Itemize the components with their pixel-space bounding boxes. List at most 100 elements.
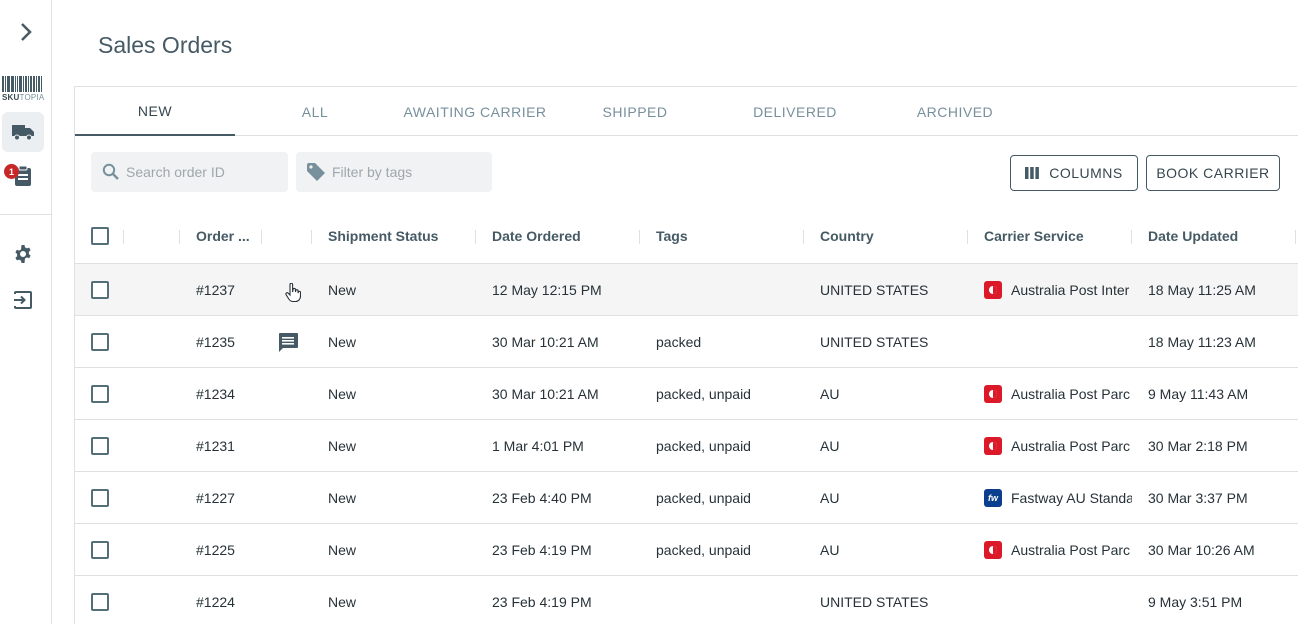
date-ordered: 30 Mar 10:21 AM	[492, 386, 599, 402]
carrier-service-name: Fastway AU Standa	[1011, 490, 1132, 506]
order-tabs: NEW ALL AWAITING CARRIER SHIPPED DELIVER…	[75, 87, 1298, 136]
tab-shipped[interactable]: SHIPPED	[555, 87, 715, 136]
truck-icon	[12, 125, 34, 141]
row-checkbox[interactable]	[91, 541, 109, 559]
logout-icon	[14, 291, 32, 309]
country: UNITED STATES	[820, 282, 929, 298]
header-date-updated[interactable]: Date Updated	[1148, 208, 1238, 264]
columns-label: COLUMNS	[1049, 165, 1123, 181]
shipment-status: New	[328, 438, 357, 454]
shipment-status: New	[328, 282, 357, 298]
row-checkbox[interactable]	[91, 593, 109, 611]
header-carrier-service[interactable]: Carrier Service	[984, 208, 1084, 264]
table-row[interactable]: #1225 New 23 Feb 4:19 PM packed, unpaid …	[75, 524, 1298, 576]
shipment-status: New	[328, 490, 357, 506]
tab-awaiting-carrier[interactable]: AWAITING CARRIER	[395, 87, 555, 136]
tab-archived[interactable]: ARCHIVED	[875, 87, 1035, 136]
country: AU	[820, 386, 840, 402]
table-row[interactable]: #1237 New 12 May 12:15 PM UNITED STATES …	[75, 264, 1298, 316]
column-divider	[639, 230, 640, 244]
tab-all[interactable]: ALL	[235, 87, 395, 136]
sidebar-item-shipments[interactable]	[2, 112, 44, 152]
row-checkbox[interactable]	[91, 489, 109, 507]
search-order-box	[91, 152, 288, 192]
barcode-icon	[2, 76, 43, 92]
date-updated: 9 May 11:43 AM	[1148, 386, 1249, 402]
hand-pointer-icon	[285, 283, 301, 303]
header-date-ordered[interactable]: Date Ordered	[492, 208, 581, 264]
filter-tags-box	[296, 152, 492, 192]
book-carrier-button[interactable]: BOOK CARRIER	[1146, 155, 1280, 191]
country: AU	[820, 490, 840, 506]
order-id[interactable]: #1231	[196, 420, 235, 472]
date-updated: 18 May 11:25 AM	[1148, 282, 1256, 298]
chevron-right-icon	[21, 23, 32, 41]
header-order[interactable]: Order ...	[196, 208, 250, 264]
column-divider	[1295, 230, 1296, 244]
table-row[interactable]: #1235 New 30 Mar 10:21 AM packed UNITED …	[75, 316, 1298, 368]
search-input[interactable]	[126, 164, 276, 180]
table-row[interactable]: #1224 New 23 Feb 4:19 PM UNITED STATES 9…	[75, 576, 1298, 624]
columns-button[interactable]: COLUMNS	[1010, 155, 1138, 191]
date-updated: 30 Mar 10:26 AM	[1148, 542, 1255, 558]
carrier-service-name: Australia Post Inter	[1011, 282, 1130, 298]
page-title: Sales Orders	[98, 32, 233, 58]
carrier-service: Australia Post Parc	[984, 420, 1132, 472]
logo-text: SKUTOPIA	[2, 93, 45, 102]
note-cell[interactable]	[277, 316, 299, 368]
date-ordered: 23 Feb 4:40 PM	[492, 490, 592, 506]
header-tags[interactable]: Tags	[656, 208, 688, 264]
order-id[interactable]: #1235	[196, 316, 235, 368]
shipment-status: New	[328, 542, 357, 558]
row-checkbox[interactable]	[91, 385, 109, 403]
date-ordered: 23 Feb 4:19 PM	[492, 542, 592, 558]
expand-sidebar-button[interactable]	[14, 20, 38, 44]
header-country[interactable]: Country	[820, 208, 874, 264]
column-divider	[179, 230, 180, 244]
row-checkbox[interactable]	[91, 281, 109, 299]
tags: packed, unpaid	[656, 386, 751, 402]
select-all-checkbox[interactable]	[91, 227, 109, 245]
row-checkbox[interactable]	[91, 437, 109, 455]
column-divider	[1131, 230, 1132, 244]
table-row[interactable]: #1231 New 1 Mar 4:01 PM packed, unpaid A…	[75, 420, 1298, 472]
australia-post-logo-icon	[984, 385, 1002, 403]
tags: packed, unpaid	[656, 438, 751, 454]
gear-icon	[15, 245, 31, 263]
column-divider	[261, 230, 262, 244]
tags: packed, unpaid	[656, 490, 751, 506]
sidebar-divider	[0, 214, 51, 215]
filter-tags-input[interactable]	[332, 164, 482, 180]
column-divider	[967, 230, 968, 244]
comment-icon[interactable]	[277, 332, 299, 352]
country: UNITED STATES	[820, 334, 929, 350]
date-ordered: 23 Feb 4:19 PM	[492, 594, 592, 610]
order-id[interactable]: #1227	[196, 472, 235, 524]
table-row[interactable]: #1227 New 23 Feb 4:40 PM packed, unpaid …	[75, 472, 1298, 524]
tag-icon	[307, 163, 325, 181]
tab-new[interactable]: NEW	[75, 87, 235, 136]
orders-panel: NEW ALL AWAITING CARRIER SHIPPED DELIVER…	[74, 86, 1298, 624]
country: UNITED STATES	[820, 594, 929, 610]
date-ordered: 1 Mar 4:01 PM	[492, 438, 584, 454]
order-id[interactable]: #1224	[196, 576, 235, 624]
order-id[interactable]: #1225	[196, 524, 235, 576]
column-divider	[123, 230, 124, 244]
shipment-status: New	[328, 334, 357, 350]
order-id[interactable]: #1237	[196, 264, 235, 316]
date-ordered: 30 Mar 10:21 AM	[492, 334, 599, 350]
date-updated: 30 Mar 3:37 PM	[1148, 490, 1248, 506]
australia-post-logo-icon	[984, 541, 1002, 559]
search-icon	[102, 163, 119, 180]
sidebar-item-logout[interactable]	[2, 280, 44, 320]
columns-icon	[1025, 167, 1040, 179]
order-id[interactable]: #1234	[196, 368, 235, 420]
sidebar-item-settings[interactable]	[2, 234, 44, 274]
tab-delivered[interactable]: DELIVERED	[715, 87, 875, 136]
row-checkbox[interactable]	[91, 333, 109, 351]
carrier-service: fw Fastway AU Standa	[984, 472, 1132, 524]
sidebar: SKUTOPIA 1	[0, 0, 52, 624]
fastway-logo-icon: fw	[984, 489, 1002, 507]
header-shipment-status[interactable]: Shipment Status	[328, 208, 438, 264]
table-row[interactable]: #1234 New 30 Mar 10:21 AM packed, unpaid…	[75, 368, 1298, 420]
